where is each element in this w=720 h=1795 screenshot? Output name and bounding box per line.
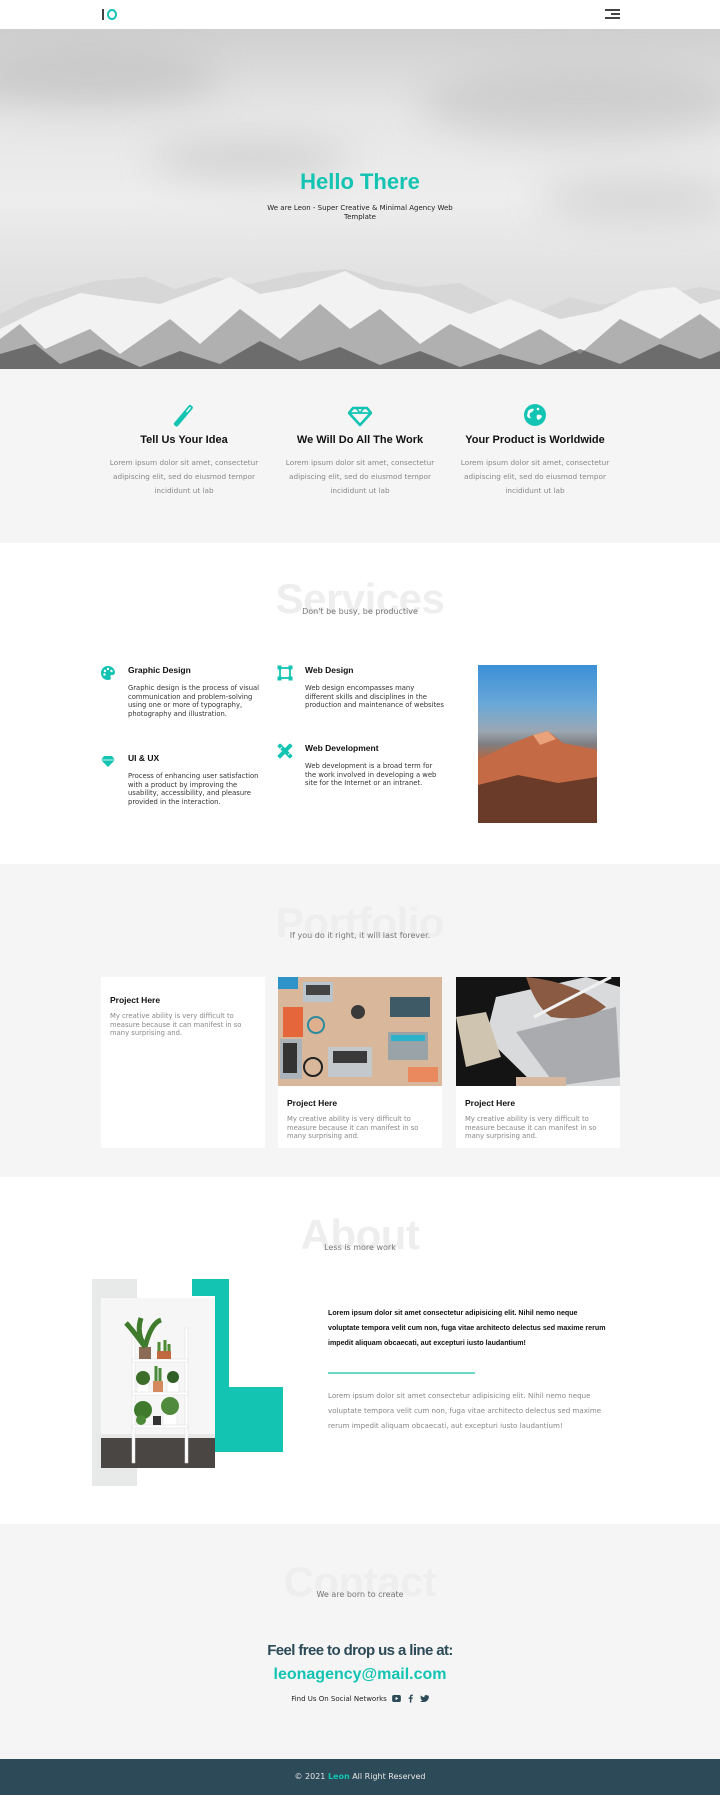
card-text: My creative ability is very difficult to… bbox=[287, 1115, 419, 1141]
palette-icon bbox=[100, 665, 116, 681]
hero-section: Hello There We are Leon - Super Creative… bbox=[0, 29, 720, 369]
feature-title: Tell Us Your Idea bbox=[140, 434, 228, 446]
feature-item: We Will Do All The Work Lorem ipsum dolo… bbox=[275, 403, 445, 498]
about-header: About Less is more work bbox=[0, 1214, 720, 1256]
service-text: Web development is a broad term for the … bbox=[305, 762, 437, 788]
logo-bar bbox=[102, 8, 104, 20]
decorative-teal-shape bbox=[215, 1414, 283, 1452]
pencil-ruler-icon bbox=[277, 743, 293, 759]
feature-item: Tell Us Your Idea Lorem ipsum dolor sit … bbox=[99, 403, 269, 498]
about-section: About Less is more work Lorem ipsum dolo… bbox=[0, 1177, 720, 1524]
feature-text: Lorem ipsum dolor sit amet, consectetur … bbox=[460, 458, 610, 495]
services-section: Services Don't be busy, be productive Gr… bbox=[0, 543, 720, 864]
service-item: UI & UX Process of enhancing user satisf… bbox=[101, 753, 268, 807]
about-divider bbox=[328, 1372, 475, 1374]
portfolio-tagline: If you do it right, it will last forever… bbox=[289, 931, 431, 940]
pencil-icon bbox=[172, 403, 196, 427]
contact-tagline: We are born to create bbox=[316, 1590, 404, 1599]
twitter-icon[interactable] bbox=[419, 1694, 429, 1703]
contact-section: Contact We are born to create Feel free … bbox=[0, 1524, 720, 1759]
card-image-document bbox=[456, 977, 620, 1086]
footer-brand-link[interactable]: Leon bbox=[328, 1772, 350, 1781]
feature-title: We Will Do All The Work bbox=[296, 434, 424, 446]
card-title: Project Here bbox=[287, 1098, 338, 1108]
services-tagline: Don't be busy, be productive bbox=[302, 607, 418, 616]
service-title: Web Development bbox=[305, 743, 379, 753]
facebook-icon[interactable] bbox=[406, 1694, 415, 1703]
services-header: Services Don't be busy, be productive bbox=[0, 578, 720, 620]
footer: © 2021 Leon All Right Reserved bbox=[0, 1759, 720, 1795]
globe-icon bbox=[523, 403, 547, 427]
about-bold-text: Lorem ipsum dolor sit amet consectetur a… bbox=[328, 1309, 606, 1347]
service-text: Process of enhancing user satisfaction w… bbox=[128, 772, 259, 807]
service-item: Web Development Web development is a bro… bbox=[277, 743, 445, 788]
footer-rights: All Right Reserved bbox=[352, 1772, 426, 1781]
card-title: Project Here bbox=[110, 995, 161, 1005]
feature-text: Lorem ipsum dolor sit amet, consectetur … bbox=[109, 458, 259, 495]
features-section: Tell Us Your Idea Lorem ipsum dolor sit … bbox=[0, 369, 720, 543]
card-title: Project Here bbox=[465, 1098, 516, 1108]
social-label: Find Us On Social Networks bbox=[291, 1694, 387, 1703]
decorative-teal-shape bbox=[215, 1279, 229, 1404]
top-navbar bbox=[0, 0, 720, 29]
feature-title: Your Product is Worldwide bbox=[465, 434, 605, 446]
diamond-icon bbox=[347, 403, 373, 427]
service-item: Graphic Design Graphic design is the pro… bbox=[101, 665, 268, 719]
service-title: Graphic Design bbox=[128, 665, 191, 675]
contact-email-link[interactable]: leonagency@mail.com bbox=[0, 1666, 720, 1684]
mountains-image bbox=[0, 269, 720, 369]
about-light-text: Lorem ipsum dolor sit amet consectetur a… bbox=[328, 1391, 602, 1430]
portfolio-card[interactable]: Project Here My creative ability is very… bbox=[456, 977, 620, 1148]
hero-subtitle: We are Leon - Super Creative & Minimal A… bbox=[267, 204, 453, 221]
service-item: Web Design Web design encompasses many d… bbox=[277, 665, 445, 710]
feature-text: Lorem ipsum dolor sit amet, consectetur … bbox=[285, 458, 435, 495]
about-plant-photo bbox=[101, 1298, 215, 1468]
contact-header: Contact We are born to create bbox=[0, 1561, 720, 1603]
portfolio-section: Portfolio If you do it right, it will la… bbox=[0, 864, 720, 1177]
service-title: Web Design bbox=[305, 665, 354, 675]
card-image-workspace bbox=[278, 977, 442, 1086]
logo[interactable] bbox=[102, 7, 117, 21]
social-links: Find Us On Social Networks bbox=[0, 1694, 720, 1703]
portfolio-card[interactable]: Project Here My creative ability is very… bbox=[101, 977, 265, 1148]
logo-ring bbox=[107, 8, 117, 20]
vector-square-icon bbox=[277, 665, 293, 681]
contact-title: Feel free to drop us a line at: bbox=[267, 1642, 453, 1659]
portfolio-header: Portfolio If you do it right, it will la… bbox=[0, 902, 720, 944]
feature-item: Your Product is Worldwide Lorem ipsum do… bbox=[450, 403, 620, 498]
footer-copyright: © 2021 bbox=[294, 1772, 326, 1781]
gem-icon bbox=[100, 753, 116, 769]
card-text: My creative ability is very difficult to… bbox=[465, 1115, 597, 1141]
hero-title: Hello There bbox=[300, 169, 420, 194]
service-title: UI & UX bbox=[128, 753, 160, 763]
decorative-teal-shape bbox=[215, 1387, 283, 1415]
service-text: Web design encompasses many different sk… bbox=[305, 684, 444, 710]
portfolio-card[interactable]: Project Here My creative ability is very… bbox=[278, 977, 442, 1148]
services-mountain-photo bbox=[478, 665, 597, 823]
service-text: Graphic design is the process of visual … bbox=[128, 684, 260, 719]
about-tagline: Less is more work bbox=[324, 1243, 396, 1252]
card-text: My creative ability is very difficult to… bbox=[110, 1012, 242, 1038]
youtube-icon[interactable] bbox=[391, 1694, 401, 1703]
hamburger-menu-icon[interactable] bbox=[605, 8, 620, 20]
